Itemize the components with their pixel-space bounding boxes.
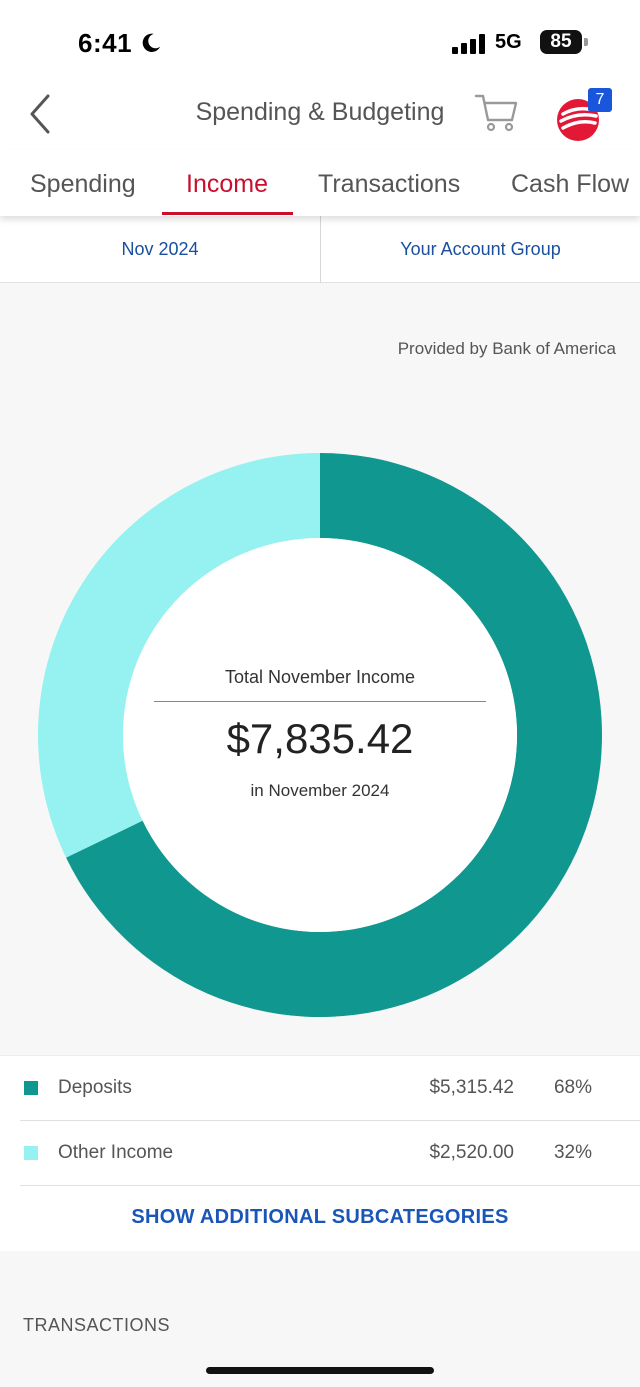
notification-badge: 7 <box>588 88 612 112</box>
active-tab-indicator <box>162 212 293 215</box>
tab-transactions[interactable]: Transactions <box>318 170 460 199</box>
legend-swatch <box>24 1146 38 1160</box>
status-bar: 6:41 5G 85 <box>0 0 640 80</box>
total-income-amount: $7,835.42 <box>226 715 414 762</box>
legend-swatch <box>24 1081 38 1095</box>
home-indicator[interactable] <box>206 1367 434 1374</box>
period-filter[interactable]: Nov 2024 <box>0 216 320 283</box>
legend-row-other-income[interactable]: Other Income $2,520.00 32% <box>20 1121 640 1186</box>
legend-percent: 32% <box>553 1142 592 1163</box>
transactions-heading: TRANSACTIONS <box>23 1315 171 1335</box>
income-chart-section: Provided by Bank of America Total Novemb… <box>0 283 640 1055</box>
page-title: Spending & Budgeting <box>195 98 445 126</box>
tab-income[interactable]: Income <box>186 170 268 199</box>
chart-center-divider <box>154 701 486 702</box>
legend-amount: $5,315.42 <box>429 1077 514 1098</box>
signal-icon <box>452 34 485 54</box>
legend-percent: 68% <box>553 1077 592 1098</box>
moon-icon <box>142 33 161 52</box>
tab-cash-flow[interactable]: Cash Flow <box>511 170 629 199</box>
legend-name: Deposits <box>58 1077 132 1098</box>
cart-icon[interactable] <box>474 92 520 132</box>
chart-center-subtitle: in November 2024 <box>250 781 390 800</box>
filter-bar: Nov 2024 Your Account Group <box>0 216 640 283</box>
show-additional-subcategories-button[interactable]: SHOW ADDITIONAL SUBCATEGORIES <box>0 1206 640 1229</box>
income-legend: Deposits $5,315.42 68% Other Income $2,5… <box>0 1055 640 1251</box>
status-time: 6:41 <box>78 28 133 58</box>
battery-icon: 85 <box>540 30 588 54</box>
account-group-filter[interactable]: Your Account Group <box>321 216 640 283</box>
app-header: Spending & Budgeting 7 <box>0 80 640 150</box>
transactions-section: TRANSACTIONS <box>0 1251 640 1387</box>
profile-button[interactable]: 7 <box>554 88 614 144</box>
tab-spending[interactable]: Spending <box>30 170 136 199</box>
tab-bar: Spending Income Transactions Cash Flow <box>0 150 640 216</box>
battery-level: 85 <box>550 31 572 52</box>
network-type: 5G <box>495 31 522 53</box>
legend-row-deposits[interactable]: Deposits $5,315.42 68% <box>20 1056 640 1121</box>
legend-amount: $2,520.00 <box>429 1142 514 1163</box>
provided-by-text: Provided by Bank of America <box>397 339 616 358</box>
chart-center-label: Total November Income <box>224 667 416 687</box>
legend-name: Other Income <box>58 1142 174 1163</box>
